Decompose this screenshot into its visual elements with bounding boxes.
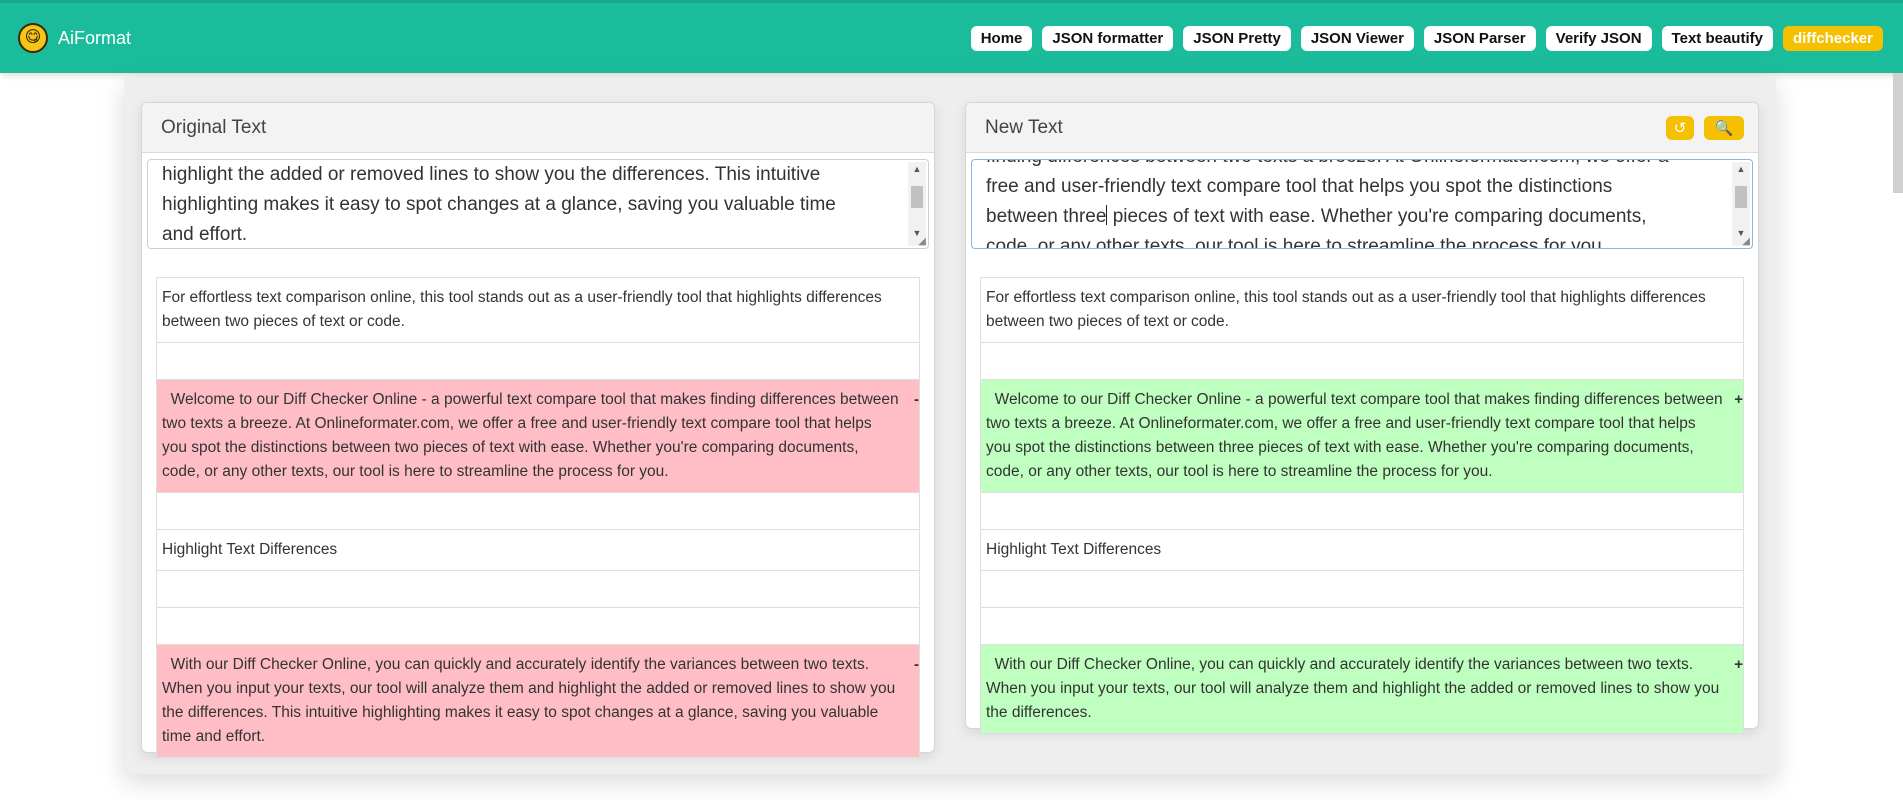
textarea-line: between three pieces of text with ease. … (986, 205, 1647, 227)
plus-marker-icon: + (1734, 656, 1743, 673)
nav-json-pretty[interactable]: JSON Pretty (1183, 25, 1291, 51)
brand[interactable]: 😋 AiFormat (18, 23, 131, 53)
diff-line-text: With our Diff Checker Online, you can qu… (162, 656, 896, 745)
textarea-line: highlighting makes it easy to spot chang… (162, 194, 836, 215)
search-icon: 🔍 (1714, 119, 1734, 137)
diff-line-removed: With our Diff Checker Online, you can qu… (156, 644, 920, 758)
textarea-line: free and user-friendly text compare tool… (986, 176, 1613, 197)
new-text-panel: New Text ↺🔍 finding differences between … (965, 102, 1759, 734)
diff-line-text: Highlight Text Differences (162, 541, 338, 558)
scroll-up-icon[interactable]: ▲ (1732, 162, 1750, 176)
textarea-scrollbar[interactable]: ▲ ▼ (908, 162, 926, 246)
nav-diffchecker[interactable]: diffchecker (1782, 25, 1883, 51)
new-diff-output: For effortless text comparison online, t… (980, 277, 1744, 734)
top-navbar: 😋 AiFormat Home JSON formatter JSON Pretty… (0, 0, 1903, 73)
scroll-thumb[interactable] (1735, 186, 1747, 208)
nav-json-formatter[interactable]: JSON formatter (1042, 25, 1174, 51)
diff-line-text: For effortless text comparison online, t… (986, 289, 1706, 330)
main-container: Original Text highlight the added or rem… (124, 78, 1776, 774)
plus-marker-icon: + (1734, 391, 1743, 408)
brand-name: AiFormat (58, 27, 132, 48)
diff-empty-line (980, 607, 1744, 644)
textarea-content: highlight the added or removed lines to … (162, 160, 904, 248)
diff-line-text: For effortless text comparison online, t… (162, 289, 882, 330)
nav-text-beautify[interactable]: Text beautify (1661, 25, 1773, 51)
nav-json-viewer[interactable]: JSON Viewer (1300, 25, 1414, 51)
diff-line-added: With our Diff Checker Online, you can qu… (980, 644, 1744, 734)
textarea-line: and effort. (162, 224, 248, 245)
reset-icon: ↺ (1673, 119, 1687, 137)
textarea-scrollbar[interactable]: ▲ ▼ (1732, 162, 1750, 246)
diff-line-normal: For effortless text comparison online, t… (156, 277, 920, 342)
diff-empty-line (980, 570, 1744, 607)
diff-line-normal: Highlight Text Differences (980, 529, 1744, 570)
diff-empty-line (156, 570, 920, 607)
diff-line-text: Welcome to our Diff Checker Online - a p… (986, 391, 1723, 480)
diff-line-added: Welcome to our Diff Checker Online - a p… (980, 379, 1744, 492)
diff-line-normal: For effortless text comparison online, t… (980, 277, 1744, 342)
panel-title: New Text (985, 116, 1063, 138)
diff-line-normal: Highlight Text Differences (156, 529, 920, 570)
textarea-content: finding differences between two texts a … (986, 160, 1728, 249)
scroll-up-icon[interactable]: ▲ (908, 162, 926, 176)
smiley-logo-icon: 😋 (18, 23, 48, 53)
diff-empty-line (156, 607, 920, 644)
header-tools: ↺ 🔍 (1666, 115, 1744, 140)
new-text-header: New Text ↺ 🔍 (966, 103, 1758, 153)
textarea-line: finding differences between two texts a … (986, 160, 1728, 172)
original-diff-output: For effortless text comparison online, t… (156, 277, 920, 758)
nav-verify-json[interactable]: Verify JSON (1545, 25, 1652, 51)
diff-line-text: Highlight Text Differences (986, 541, 1162, 558)
diff-empty-line (980, 492, 1744, 529)
nav-json-parser[interactable]: JSON Parser (1423, 25, 1536, 51)
diff-empty-line (156, 342, 920, 379)
page-scrollbar[interactable] (1893, 73, 1903, 193)
resize-grip-icon[interactable]: ◢ (918, 236, 926, 247)
original-text-panel: Original Text highlight the added or rem… (141, 102, 935, 758)
resize-grip-icon[interactable]: ◢ (1742, 236, 1750, 247)
diff-line-text: With our Diff Checker Online, you can qu… (986, 656, 1720, 721)
search-button[interactable]: 🔍 (1704, 115, 1744, 140)
diff-empty-line (980, 342, 1744, 379)
nav-links: Home JSON formatter JSON Pretty JSON Viewer… (970, 25, 1883, 51)
diff-empty-line (156, 492, 920, 529)
minus-marker-icon: - (914, 391, 919, 408)
nav-home[interactable]: Home (970, 25, 1033, 51)
textarea-line: code, or any other texts, our tool is he… (986, 236, 1607, 249)
minus-marker-icon: - (914, 656, 919, 673)
scroll-thumb[interactable] (911, 186, 923, 208)
panel-title: Original Text (161, 116, 267, 138)
original-text-header: Original Text (142, 103, 934, 153)
diff-line-text: Welcome to our Diff Checker Online - a p… (162, 391, 899, 480)
reset-button[interactable]: ↺ (1666, 115, 1694, 140)
diff-line-removed: Welcome to our Diff Checker Online - a p… (156, 379, 920, 492)
original-text-input[interactable]: highlight the added or removed lines to … (147, 159, 929, 249)
textarea-line: highlight the added or removed lines to … (162, 164, 821, 185)
new-text-input[interactable]: finding differences between two texts a … (971, 159, 1753, 249)
